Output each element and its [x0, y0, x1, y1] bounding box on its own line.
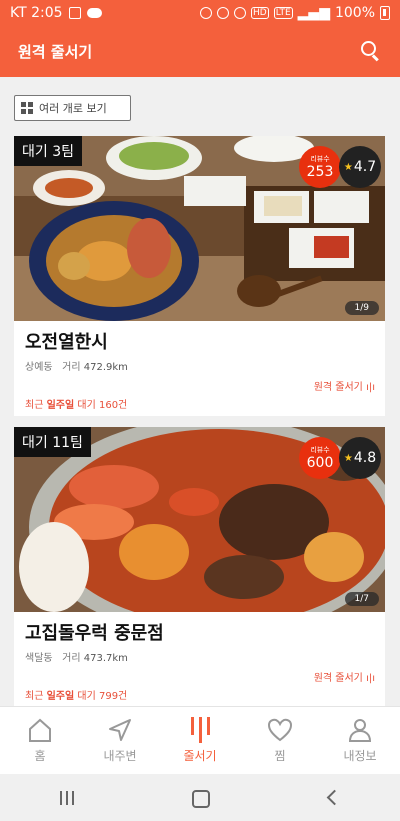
rating-badge: ★ 4.7	[339, 146, 381, 188]
hd-icon: HD	[250, 6, 269, 19]
recents-icon[interactable]	[55, 786, 79, 810]
restaurant-area: 상예동	[25, 362, 53, 373]
system-navigation-bar	[0, 774, 400, 821]
gallery-notification-icon	[68, 6, 81, 19]
nav-nearby-label: 내주변	[103, 749, 137, 763]
home-icon	[0, 707, 80, 745]
battery-level: 100%	[334, 4, 375, 21]
nav-home-label: 홈	[34, 749, 46, 763]
app-bar: 원격 줄서기	[0, 25, 400, 77]
restaurant-area: 색달동	[25, 653, 53, 664]
star-icon: ★	[343, 161, 353, 173]
person-icon	[320, 707, 400, 745]
nav-favorites[interactable]: 찜	[240, 707, 320, 774]
review-count-label: 리뷰수	[310, 446, 330, 454]
remote-queue-link[interactable]: 원격 줄서기 ı|ı	[314, 378, 375, 393]
nav-my-info[interactable]: 내정보	[320, 707, 400, 774]
nav-home[interactable]: 홈	[0, 707, 80, 774]
alarm-icon	[199, 6, 212, 19]
restaurant-photo[interactable]: 대기 3팀 리뷰수 253 ★ 4.7 1/9	[14, 136, 385, 321]
back-icon[interactable]	[321, 786, 345, 810]
review-count: 253	[306, 164, 334, 180]
distance-value: 473.7km	[83, 653, 128, 664]
battery-icon	[380, 5, 390, 20]
wait-badge: 대기 11팀	[14, 427, 91, 457]
distance-value: 472.9km	[83, 362, 128, 373]
restaurant-location: 상예동 거리 472.9km	[25, 358, 128, 373]
photo-counter: 1/9	[344, 301, 379, 315]
rating-value: 4.7	[353, 159, 377, 175]
queue-icon: ı|ı	[366, 382, 375, 393]
restaurant-name[interactable]: 고집돌우럭 중문점	[25, 619, 164, 645]
nav-favorites-label: 찜	[274, 749, 286, 763]
signal-icon: ▂▄▆	[297, 4, 330, 21]
search-icon[interactable]	[360, 40, 382, 62]
nav-nearby[interactable]: 내주변	[80, 707, 160, 774]
rating-value: 4.8	[353, 450, 377, 466]
recent-wait-stats: 최근 일주일 대기 160건	[25, 396, 127, 411]
recent-wait-stats: 최근 일주일 대기 799건	[25, 687, 127, 702]
heart-icon	[240, 707, 320, 745]
review-count-badge: 리뷰수 600	[299, 437, 341, 479]
nav-my-info-label: 내정보	[343, 749, 377, 763]
view-toggle-button[interactable]: 여러 개로 보기	[14, 95, 131, 121]
remote-queue-link[interactable]: 원격 줄서기 ı|ı	[314, 669, 375, 684]
rating-badge: ★ 4.8	[339, 437, 381, 479]
restaurant-name[interactable]: 오전열한시	[25, 328, 108, 354]
recent-period: 일주일	[46, 400, 75, 411]
star-icon: ★	[343, 452, 353, 464]
review-count: 600	[306, 455, 334, 471]
restaurant-photo[interactable]: 대기 11팀 리뷰수 600 ★ 4.8 1/7	[14, 427, 385, 612]
review-count-label: 리뷰수	[310, 155, 330, 163]
distance-label: 거리	[62, 362, 81, 373]
recent-wait-count: 대기 799건	[77, 691, 128, 702]
navigation-arrow-icon	[80, 707, 160, 745]
remote-queue-label: 원격 줄서기	[313, 382, 363, 393]
home-button-icon[interactable]	[188, 786, 212, 810]
queue-icon: ı|ı	[366, 673, 375, 684]
status-bar: KT 2:05 HD LTE ▂▄▆ 100%	[0, 0, 400, 25]
message-notification-icon	[86, 7, 102, 18]
grid-icon	[21, 102, 33, 114]
view-toggle-label: 여러 개로 보기	[39, 102, 107, 115]
recent-wait-count: 대기 160건	[77, 400, 128, 411]
restaurant-card[interactable]: 대기 11팀 리뷰수 600 ★ 4.8 1/7 고집돌우럭 중문점 색달동 거…	[14, 427, 385, 706]
carrier-time: KT 2:05	[10, 4, 63, 21]
location-icon	[233, 6, 246, 19]
nav-queue-label: 줄서기	[183, 749, 217, 763]
photo-counter: 1/7	[344, 592, 379, 606]
distance-label: 거리	[62, 653, 81, 664]
recent-prefix: 최근	[25, 691, 44, 702]
restaurant-location: 색달동 거리 473.7km	[25, 649, 128, 664]
review-count-badge: 리뷰수 253	[299, 146, 341, 188]
page-title: 원격 줄서기	[18, 42, 93, 61]
bottom-navigation: 홈 내주변 줄서기 찜 내정보	[0, 706, 400, 774]
wait-badge: 대기 3팀	[14, 136, 82, 166]
recent-period: 일주일	[46, 691, 75, 702]
restaurant-card[interactable]: 대기 3팀 리뷰수 253 ★ 4.7 1/9 오전열한시 상예동 거리 472…	[14, 136, 385, 416]
nav-queue[interactable]: 줄서기	[160, 707, 240, 774]
mute-icon	[216, 6, 229, 19]
queue-icon	[160, 707, 240, 745]
network-type: LTE	[273, 6, 293, 19]
remote-queue-label: 원격 줄서기	[313, 673, 363, 684]
recent-prefix: 최근	[25, 400, 44, 411]
